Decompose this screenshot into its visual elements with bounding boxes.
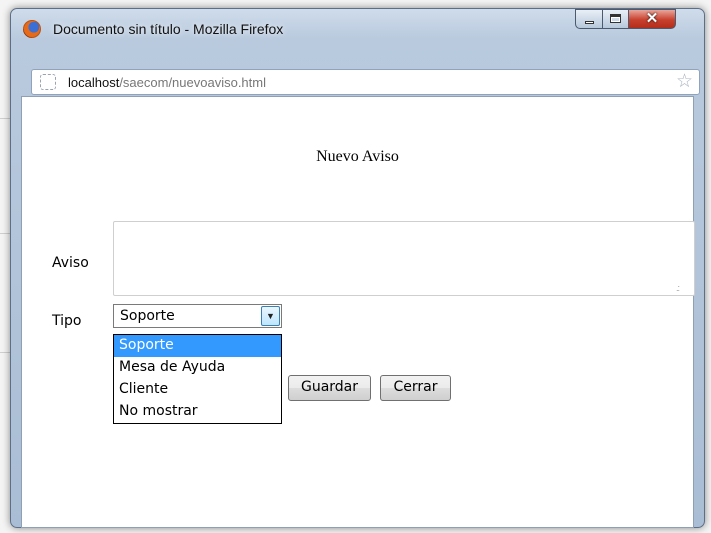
minimize-button[interactable]: [575, 9, 603, 29]
tipo-option-no-mostrar[interactable]: No mostrar: [114, 401, 281, 423]
title-bar[interactable]: Documento sin título - Mozilla Firefox ✕: [11, 9, 704, 45]
tipo-selected-value: Soporte: [120, 308, 175, 324]
aviso-label: Aviso: [52, 255, 89, 271]
tipo-dropdown-list: Soporte Mesa de Ayuda Cliente No mostrar: [113, 334, 282, 424]
firefox-icon[interactable]: [23, 20, 41, 38]
guardar-button[interactable]: Guardar: [288, 375, 371, 401]
page-heading: Nuevo Aviso: [316, 148, 399, 165]
tipo-option-cliente[interactable]: Cliente: [114, 379, 281, 401]
site-identity-icon[interactable]: [40, 74, 56, 90]
tipo-select[interactable]: Soporte ▼: [113, 304, 282, 328]
maximize-icon: [610, 14, 621, 23]
close-icon: ✕: [645, 10, 659, 27]
window-title: Documento sin título - Mozilla Firefox: [53, 21, 284, 37]
bookmark-star-icon[interactable]: ☆: [676, 72, 693, 92]
page-content: Nuevo Aviso Aviso .: Tipo Soporte ▼ Guar…: [21, 96, 695, 528]
cerrar-button[interactable]: Cerrar: [380, 375, 451, 401]
url-path: /saecom/nuevoaviso.html: [119, 75, 266, 90]
resize-grip-icon[interactable]: .:: [676, 283, 690, 525]
url-host: localhost: [68, 75, 120, 90]
tipo-option-mesa-de-ayuda[interactable]: Mesa de Ayuda: [114, 357, 281, 379]
close-button[interactable]: ✕: [628, 9, 676, 29]
tipo-option-soporte[interactable]: Soporte: [114, 335, 281, 357]
tipo-label: Tipo: [52, 313, 82, 329]
browser-window: Documento sin título - Mozilla Firefox ✕…: [10, 8, 705, 528]
minimize-icon: [585, 21, 594, 24]
maximize-button[interactable]: [602, 9, 629, 29]
aviso-textarea[interactable]: [113, 221, 695, 296]
dropdown-arrow-icon[interactable]: ▼: [261, 306, 280, 326]
address-bar[interactable]: localhost/saecom/nuevoaviso.html ☆: [31, 69, 700, 95]
url-text[interactable]: localhost/saecom/nuevoaviso.html: [68, 75, 266, 90]
